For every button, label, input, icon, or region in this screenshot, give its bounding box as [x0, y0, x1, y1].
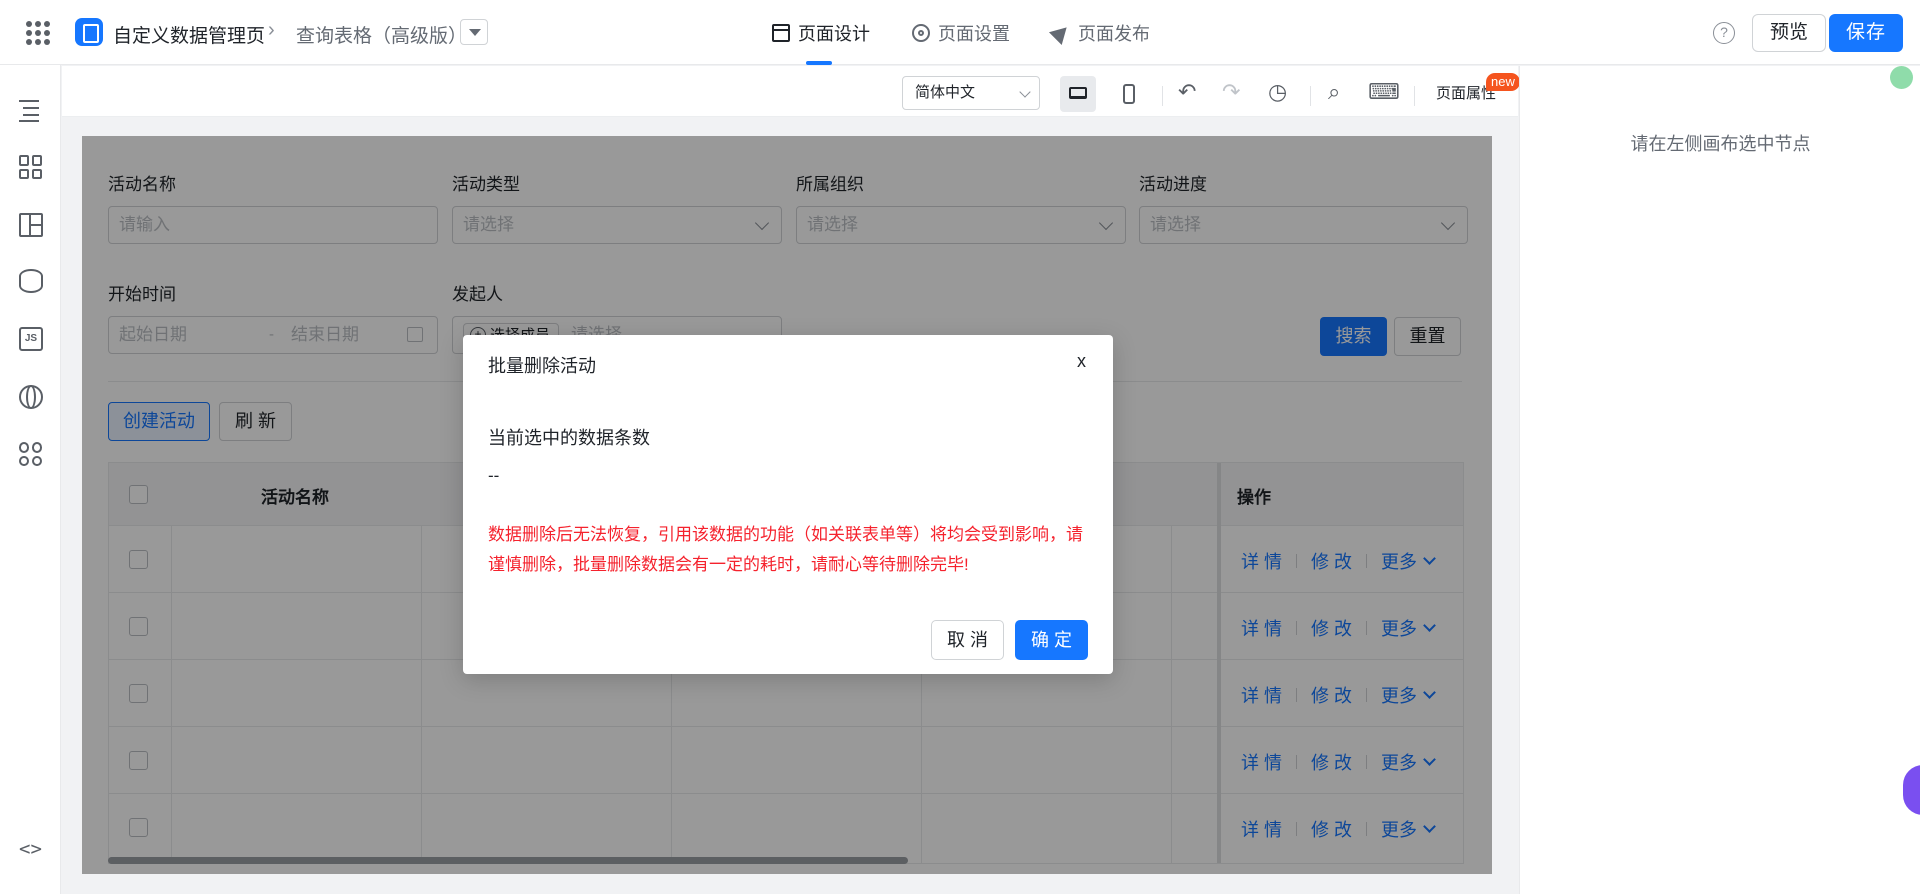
- tab-label: 页面设计: [798, 24, 870, 44]
- selected-count-label: 当前选中的数据条数: [488, 428, 650, 448]
- toolbar-divider: [1414, 86, 1415, 106]
- send-icon: [1048, 20, 1074, 46]
- canvas-toolbar: 简体中文 ↶ ↷ ◷ ⌕ ⌨: [62, 66, 1518, 117]
- active-tab-indicator: [806, 61, 832, 65]
- redo-icon[interactable]: ↷: [1222, 78, 1240, 106]
- save-button[interactable]: 保存: [1829, 14, 1903, 52]
- tab-label: 页面发布: [1078, 24, 1150, 44]
- data-source-icon[interactable]: [19, 269, 43, 293]
- outline-tree-icon[interactable]: [19, 98, 43, 122]
- dialog-title: 批量删除活动: [488, 356, 596, 376]
- desktop-view-icon[interactable]: [1060, 76, 1096, 112]
- batch-delete-dialog: 批量删除活动 x 当前选中的数据条数 -- 数据删除后无法恢复，引用该数据的功能…: [463, 335, 1113, 674]
- globe-icon[interactable]: [19, 385, 43, 409]
- gear-icon: [912, 24, 930, 42]
- history-icon[interactable]: ◷: [1268, 78, 1287, 106]
- app-name[interactable]: 自定义数据管理页: [113, 21, 265, 48]
- tab-label: 页面设置: [938, 24, 1010, 44]
- delete-warning-text: 数据删除后无法恢复，引用该数据的功能（如关联表单等）将均会受到影响，请谨慎删除，…: [488, 525, 1083, 574]
- status-dot: [1890, 66, 1913, 89]
- new-badge: new: [1486, 73, 1520, 91]
- properties-panel: 请在左侧画布选中节点: [1519, 66, 1920, 894]
- undo-icon[interactable]: ↶: [1178, 78, 1196, 106]
- layout-icon: [772, 24, 790, 42]
- keyboard-shortcut-icon[interactable]: ⌨: [1368, 78, 1400, 106]
- top-bar: 自定义数据管理页 › 查询表格（高级版） 页面设计 页面设置 页面发布 ? 预览…: [0, 0, 1920, 65]
- selected-count-value: --: [488, 466, 500, 485]
- page-switch-dropdown-button[interactable]: [460, 19, 488, 45]
- tab-page-settings[interactable]: 页面设置: [912, 20, 1010, 46]
- language-select[interactable]: 简体中文: [902, 76, 1040, 110]
- toolbar-divider: [1310, 86, 1311, 106]
- empty-selection-hint: 请在左侧画布选中节点: [1630, 134, 1811, 154]
- plugins-icon[interactable]: [19, 442, 43, 466]
- toolbar-divider: [1162, 86, 1163, 106]
- search-icon[interactable]: ⌕: [1328, 78, 1340, 106]
- mobile-view-icon[interactable]: [1111, 76, 1147, 112]
- page-name[interactable]: 查询表格（高级版）: [296, 21, 467, 48]
- tab-page-design[interactable]: 页面设计: [772, 20, 870, 46]
- preview-button[interactable]: 预览: [1752, 14, 1826, 52]
- app-logo: [75, 18, 103, 46]
- js-code-icon[interactable]: JS: [19, 327, 43, 351]
- left-sidebar: JS <>: [0, 65, 61, 894]
- breadcrumb-separator-icon: ›: [268, 19, 275, 41]
- app-launcher-icon[interactable]: [26, 21, 50, 45]
- components-grid-icon[interactable]: [19, 155, 43, 179]
- code-toggle-icon[interactable]: <>: [19, 838, 43, 862]
- help-icon[interactable]: ?: [1713, 22, 1735, 44]
- tab-page-publish[interactable]: 页面发布: [1048, 20, 1150, 46]
- cancel-button[interactable]: 取 消: [931, 620, 1004, 660]
- confirm-button[interactable]: 确 定: [1015, 620, 1088, 660]
- close-icon[interactable]: x: [1077, 351, 1086, 372]
- layout-panel-icon[interactable]: [19, 213, 43, 237]
